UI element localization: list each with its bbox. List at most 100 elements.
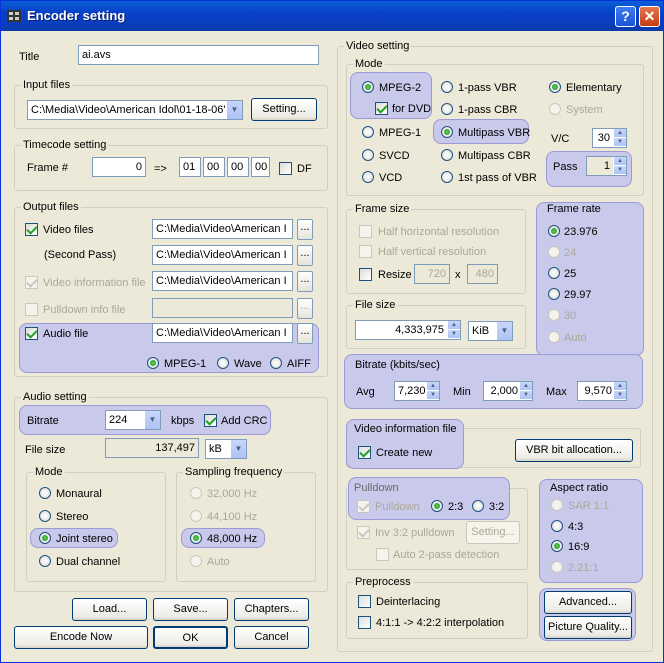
avg-spinner[interactable]: ▲ ▼ (426, 382, 439, 400)
freq-48-radio[interactable] (190, 532, 202, 544)
resize-width[interactable]: 720 (414, 264, 450, 284)
pulldown-browse-button[interactable]: ... (297, 298, 313, 319)
half-vertical-checkbox[interactable] (359, 245, 372, 258)
create-new-checkbox[interactable] (358, 446, 371, 459)
freq-32-radio[interactable] (190, 487, 202, 499)
fr-2997-radio[interactable] (548, 288, 560, 300)
advanced-button[interactable]: Advanced... (544, 591, 632, 614)
spin-up-icon: ▲ (614, 382, 626, 391)
tc-minutes[interactable]: 00 (203, 157, 225, 177)
spin-down-icon: ▼ (614, 391, 626, 400)
second-pass-path[interactable]: C:\Media\Video\American I (152, 245, 293, 265)
pulldown-info-path[interactable] (152, 298, 293, 318)
file-size-unit-select[interactable]: KiB ▼ (468, 321, 513, 341)
audio-browse-button[interactable]: ... (297, 323, 313, 344)
system-radio[interactable] (549, 103, 561, 115)
chapters-button[interactable]: Chapters... (234, 598, 309, 621)
resize-checkbox[interactable] (359, 268, 372, 281)
pulldown-info-checkbox[interactable] (25, 303, 38, 316)
help-button[interactable]: ? (615, 6, 636, 27)
resize-height[interactable]: 480 (467, 264, 498, 284)
load-button[interactable]: Load... (72, 598, 147, 621)
input-file-select[interactable]: C:\Media\Video\American Idol\01-18-06' ▼ (27, 100, 243, 120)
frame-rate-caption: Frame rate (547, 203, 601, 215)
audio-file-path[interactable]: C:\Media\Video\American I (152, 323, 293, 343)
stereo-radio[interactable] (39, 510, 51, 522)
audio-filesize-unit[interactable]: kB ▼ (205, 439, 247, 459)
inv-pulldown-checkbox[interactable] (357, 526, 370, 539)
interpolation-checkbox[interactable] (358, 616, 371, 629)
auto-2pass-checkbox[interactable] (376, 548, 389, 561)
encode-now-button[interactable]: Encode Now (14, 626, 148, 649)
aspect-169-radio[interactable] (551, 540, 563, 552)
half-horizontal-checkbox[interactable] (359, 225, 372, 238)
pulldown-setting-button[interactable]: Setting... (466, 521, 520, 544)
file-size-spinner[interactable]: ▲ ▼ (447, 321, 460, 339)
tc-frames[interactable]: 00 (251, 157, 270, 177)
max-spinner[interactable]: ▲ ▼ (613, 382, 626, 400)
min-spinner[interactable]: ▲ ▼ (519, 382, 532, 400)
save-button[interactable]: Save... (153, 598, 228, 621)
video-file-path[interactable]: C:\Media\Video\American I (152, 219, 293, 239)
video-files-checkbox[interactable] (25, 223, 38, 236)
for-dvd-checkbox[interactable] (375, 102, 388, 115)
mpeg1-radio[interactable] (362, 126, 374, 138)
monaural-label: Monaural (56, 488, 102, 500)
cbr1-radio[interactable] (441, 103, 453, 115)
elementary-radio[interactable] (549, 81, 561, 93)
audio-wave-radio[interactable] (217, 357, 229, 369)
mpeg2-radio[interactable] (362, 81, 374, 93)
vbr1-radio[interactable] (441, 81, 453, 93)
vc-spinner[interactable]: ▲ ▼ (613, 129, 626, 147)
multipass-vbr-radio[interactable] (441, 126, 453, 138)
audio-bitrate-select[interactable]: 224 ▼ (105, 410, 161, 430)
audio-mpeg1-radio[interactable] (147, 357, 159, 369)
pulldown-checkbox[interactable] (357, 500, 370, 513)
fr-auto-radio[interactable] (548, 331, 560, 343)
avg-label: Avg (356, 386, 375, 398)
video-info-path[interactable]: C:\Media\Video\American I (152, 271, 293, 291)
frame-input[interactable]: 0 (92, 157, 146, 177)
svcd-radio[interactable] (362, 149, 374, 161)
video-browse-button[interactable]: ... (297, 219, 313, 240)
fr-30-radio[interactable] (548, 309, 560, 321)
tc-seconds[interactable]: 00 (227, 157, 249, 177)
monaural-radio[interactable] (39, 487, 51, 499)
vinfo-browse-button[interactable]: ... (297, 271, 313, 292)
add-crc-checkbox[interactable] (204, 414, 217, 427)
joint-stereo-radio[interactable] (39, 532, 51, 544)
aspect-43-radio[interactable] (551, 520, 563, 532)
pulldown-23-radio[interactable] (431, 500, 443, 512)
video-info-checkbox[interactable] (25, 276, 38, 289)
ok-button[interactable]: OK (153, 626, 228, 649)
tc-hours[interactable]: 01 (179, 157, 201, 177)
second-browse-button[interactable]: ... (297, 245, 313, 266)
freq-auto-radio[interactable] (190, 555, 202, 567)
aspect-221-radio[interactable] (551, 561, 563, 573)
fr-24-radio[interactable] (548, 246, 560, 258)
half-horizontal-label: Half horizontal resolution (378, 226, 500, 238)
fr-23976-radio[interactable] (548, 225, 560, 237)
df-checkbox[interactable] (279, 162, 292, 175)
picture-quality-button[interactable]: Picture Quality... (544, 616, 632, 639)
title-bar[interactable]: Encoder setting ? ✕ (1, 1, 663, 31)
freq-44-radio[interactable] (190, 510, 202, 522)
pass-spinner[interactable]: ▲ ▼ (613, 157, 626, 175)
cancel-button[interactable]: Cancel (234, 626, 309, 649)
title-input[interactable]: ai.avs (78, 45, 319, 65)
aspect-sar-radio[interactable] (551, 499, 563, 511)
audio-file-checkbox[interactable] (25, 327, 38, 340)
deinterlacing-checkbox[interactable] (358, 595, 371, 608)
close-button[interactable]: ✕ (639, 6, 660, 27)
first-pass-vbr-radio[interactable] (441, 171, 453, 183)
multipass-cbr-radio[interactable] (441, 149, 453, 161)
pulldown-32-radio[interactable] (472, 500, 484, 512)
fr-25-radio[interactable] (548, 267, 560, 279)
file-size-input[interactable]: 4,333,975 (355, 320, 461, 340)
add-crc-label: Add CRC (221, 415, 268, 427)
dual-channel-radio[interactable] (39, 555, 51, 567)
vbr-allocation-button[interactable]: VBR bit allocation... (515, 439, 633, 462)
audio-aiff-radio[interactable] (270, 357, 282, 369)
input-setting-button[interactable]: Setting... (251, 98, 317, 121)
vcd-radio[interactable] (362, 171, 374, 183)
